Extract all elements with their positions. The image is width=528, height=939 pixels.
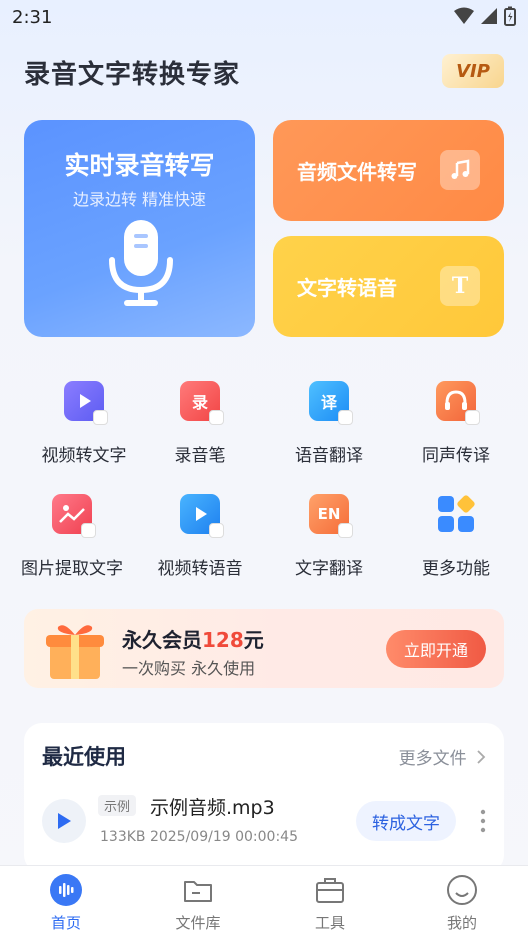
vip-badge[interactable]: VIP bbox=[442, 54, 504, 88]
audio-card-label: 音频文件转写 bbox=[297, 160, 417, 184]
tab-tools[interactable]: 工具 bbox=[280, 874, 380, 934]
file-name[interactable]: 示例音频.mp3 bbox=[150, 793, 275, 820]
bottom-tab-bar: 首页 文件库 工具 我的 bbox=[0, 865, 528, 939]
tool-more-features[interactable]: 更多功能 bbox=[396, 494, 516, 594]
image-text-icon bbox=[52, 494, 96, 538]
tool-simultaneous-interpretation[interactable]: 同声传译 bbox=[396, 381, 516, 481]
audio-file-transcribe-card[interactable]: 音频文件转写 bbox=[273, 120, 504, 221]
more-features-icon bbox=[436, 494, 476, 534]
tool-label: 录音笔 bbox=[174, 446, 226, 466]
tool-video-to-voice[interactable]: 视频转语音 bbox=[140, 494, 260, 594]
tts-card-label: 文字转语音 bbox=[297, 276, 397, 300]
chevron-right-icon bbox=[477, 750, 486, 764]
recorder-icon-text: 录 bbox=[191, 393, 208, 412]
realtime-transcribe-card[interactable]: 实时录音转写 边录边转 精准快速 bbox=[24, 120, 255, 337]
sample-tag: 示例 bbox=[98, 795, 137, 816]
text-to-speech-card[interactable]: 文字转语音 T bbox=[273, 236, 504, 337]
more-options-icon[interactable] bbox=[480, 809, 486, 833]
tool-label: 语音翻译 bbox=[295, 446, 363, 466]
promo-title: 永久会员128元 bbox=[122, 628, 264, 652]
tool-label: 视频转语音 bbox=[157, 559, 243, 579]
play-icon bbox=[58, 813, 71, 829]
text-translate-icon-text: EN bbox=[317, 505, 341, 523]
tool-label: 更多功能 bbox=[422, 559, 490, 579]
video-to-text-icon bbox=[64, 381, 108, 425]
voice-translate-icon: 译 bbox=[309, 381, 353, 425]
tts-icon-letter: T bbox=[451, 273, 469, 299]
gift-box-icon bbox=[46, 625, 104, 679]
realtime-card-subtitle: 边录边转 精准快速 bbox=[72, 190, 207, 209]
tool-video-to-text[interactable]: 视频转文字 bbox=[24, 381, 144, 481]
signal-icon bbox=[481, 8, 497, 24]
text-t-icon: T bbox=[440, 266, 480, 306]
tab-file-library[interactable]: 文件库 bbox=[148, 874, 248, 934]
voice-translate-icon-text: 译 bbox=[320, 393, 337, 412]
tab-home[interactable]: 首页 bbox=[16, 874, 116, 934]
wifi-icon bbox=[454, 7, 474, 24]
file-meta: 133KB 2025/09/19 00:00:45 bbox=[100, 829, 298, 845]
app-title: 录音文字转换专家 bbox=[24, 60, 241, 90]
profile-smile-icon bbox=[447, 875, 477, 905]
recent-panel: 最近使用 更多文件 示例 示例音频.mp3 133KB 2025/09/19 0… bbox=[24, 723, 504, 873]
realtime-card-title: 实时录音转写 bbox=[64, 151, 215, 180]
folder-icon bbox=[184, 881, 212, 902]
tool-recorder[interactable]: 录 录音笔 bbox=[140, 381, 260, 481]
tool-text-translate[interactable]: EN 文字翻译 bbox=[269, 494, 389, 594]
tab-home-label: 首页 bbox=[50, 914, 81, 932]
tool-label: 同声传译 bbox=[422, 446, 490, 466]
recorder-icon: 录 bbox=[180, 381, 224, 425]
tab-tools-label: 工具 bbox=[314, 914, 345, 932]
microphone-icon bbox=[109, 220, 173, 306]
app-header: 录音文字转换专家 VIP bbox=[24, 52, 504, 92]
more-files-label: 更多文件 bbox=[398, 749, 467, 769]
activate-now-button[interactable]: 立即开通 bbox=[386, 630, 486, 668]
more-files-link[interactable]: 更多文件 bbox=[399, 744, 486, 769]
tool-image-extract-text[interactable]: 图片提取文字 bbox=[12, 494, 132, 594]
text-translate-icon: EN bbox=[309, 494, 353, 538]
status-icons bbox=[454, 6, 516, 26]
battery-icon bbox=[504, 6, 516, 26]
promo-price: 128 bbox=[202, 628, 244, 652]
status-bar: 2:31 bbox=[0, 0, 528, 36]
tab-file-library-label: 文件库 bbox=[175, 914, 221, 932]
home-audio-icon bbox=[50, 874, 82, 906]
headset-icon bbox=[436, 381, 480, 425]
status-time: 2:31 bbox=[12, 7, 53, 28]
tool-label: 文字翻译 bbox=[295, 559, 363, 579]
convert-to-text-button[interactable]: 转成文字 bbox=[356, 801, 456, 841]
promo-subtitle: 一次购买 永久使用 bbox=[122, 659, 256, 678]
recent-heading: 最近使用 bbox=[42, 745, 126, 769]
tool-voice-translate[interactable]: 译 语音翻译 bbox=[269, 381, 389, 481]
video-to-voice-icon bbox=[180, 494, 224, 538]
tool-label: 视频转文字 bbox=[41, 446, 127, 466]
toolbox-icon bbox=[316, 878, 344, 903]
lifetime-membership-banner[interactable]: 永久会员128元 一次购买 永久使用 立即开通 bbox=[24, 609, 504, 688]
play-button[interactable] bbox=[42, 799, 86, 843]
tool-label: 图片提取文字 bbox=[21, 559, 123, 579]
tab-profile[interactable]: 我的 bbox=[412, 874, 512, 934]
tab-profile-label: 我的 bbox=[446, 914, 477, 932]
music-note-icon bbox=[440, 150, 480, 190]
